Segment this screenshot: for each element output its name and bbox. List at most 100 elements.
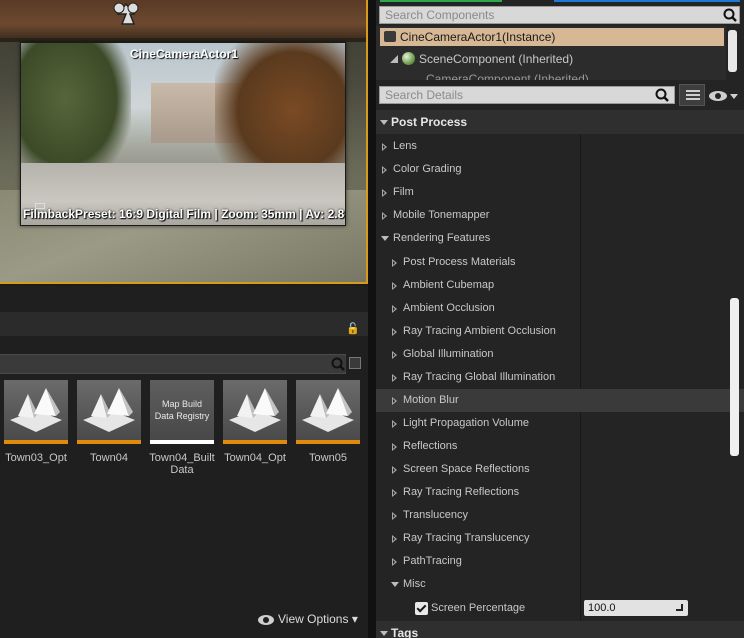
content-browser: 🔓 View Options ▾ Town03_Opt Town04 Map Bui… bbox=[0, 286, 368, 638]
row-label: Motion Blur bbox=[403, 394, 459, 406]
expanded-arrow-icon[interactable] bbox=[381, 236, 389, 241]
row-label: Tags bbox=[391, 626, 419, 638]
asset-label: Town04_Built Data bbox=[149, 452, 215, 476]
property-row-motion-blur[interactable]: Motion Blur bbox=[376, 389, 744, 412]
collapsed-arrow-icon[interactable] bbox=[382, 143, 387, 151]
property-row-post-process-materials[interactable]: Post Process Materials bbox=[376, 251, 744, 274]
property-row-screen-space-reflections[interactable]: Screen Space Reflections bbox=[376, 458, 744, 481]
row-label: PathTracing bbox=[403, 555, 462, 567]
collapsed-arrow-icon[interactable] bbox=[392, 259, 397, 267]
property-row-global-illumination[interactable]: Global Illumination bbox=[376, 343, 744, 366]
tab-indicator-blue bbox=[554, 0, 740, 2]
property-row-ray-tracing-ambient-occlusion[interactable]: Ray Tracing Ambient Occlusion bbox=[376, 320, 744, 343]
component-row-camera[interactable]: CameraComponent (Inherited) bbox=[426, 72, 589, 80]
row-label: Ambient Cubemap bbox=[403, 279, 495, 291]
expanded-arrow-icon[interactable] bbox=[391, 582, 399, 587]
details-search-input[interactable] bbox=[380, 87, 700, 103]
row-label: Screen Percentage bbox=[431, 602, 526, 614]
property-matrix-button[interactable] bbox=[679, 84, 705, 106]
property-row-ambient-cubemap[interactable]: Ambient Cubemap bbox=[376, 274, 744, 297]
row-label: Post Process Materials bbox=[403, 256, 516, 268]
row-label: Mobile Tonemapper bbox=[393, 209, 490, 221]
collapsed-arrow-icon[interactable] bbox=[382, 212, 387, 220]
asset-tile[interactable]: Town04_Opt bbox=[223, 380, 287, 464]
components-search-input-box[interactable] bbox=[379, 6, 740, 24]
collapsed-arrow-icon[interactable] bbox=[382, 189, 387, 197]
asset-tile[interactable]: Town05 bbox=[296, 380, 360, 464]
asset-tile[interactable]: Town04 bbox=[77, 380, 141, 464]
level-thumbnail bbox=[4, 380, 68, 444]
row-label: Screen Space Reflections bbox=[403, 463, 530, 475]
panel-splitter[interactable] bbox=[368, 0, 376, 638]
camera-actor-icon[interactable] bbox=[100, 0, 152, 40]
property-row-pathtracing[interactable]: PathTracing bbox=[376, 550, 744, 573]
search-icon[interactable] bbox=[722, 7, 738, 23]
row-label: Ray Tracing Reflections bbox=[403, 486, 520, 498]
property-row-translucency[interactable]: Translucency bbox=[376, 504, 744, 527]
components-search-input[interactable] bbox=[380, 7, 700, 23]
collapsed-arrow-icon[interactable] bbox=[392, 489, 397, 497]
asset-label: Town04_Opt bbox=[224, 452, 286, 464]
row-label: Ray Tracing Translucency bbox=[403, 532, 530, 544]
property-row-rendering-features[interactable]: Rendering Features bbox=[376, 227, 744, 250]
components-scrollbar[interactable] bbox=[728, 30, 737, 72]
row-label: Post Process bbox=[391, 115, 468, 129]
view-options-button[interactable]: View Options ▾ bbox=[258, 612, 358, 626]
property-row-light-propagation-volume[interactable]: Light Propagation Volume bbox=[376, 412, 744, 435]
property-row-lens[interactable]: Lens bbox=[376, 135, 744, 158]
details-search-input-box[interactable] bbox=[379, 86, 700, 104]
property-row-reflections[interactable]: Reflections bbox=[376, 435, 744, 458]
property-row-misc[interactable]: Misc bbox=[376, 573, 744, 596]
eye-icon bbox=[258, 614, 274, 625]
collapsed-arrow-icon[interactable] bbox=[392, 351, 397, 359]
collapsed-arrow-icon[interactable] bbox=[392, 420, 397, 428]
component-row-selected[interactable]: CineCameraActor1(Instance) bbox=[380, 28, 724, 46]
field-value: 100.0 bbox=[588, 602, 616, 614]
collapsed-arrow-icon[interactable] bbox=[392, 328, 397, 336]
component-label: SceneComponent (Inherited) bbox=[419, 52, 574, 66]
property-row-screen-percentage[interactable]: 100.0 Screen Percentage bbox=[376, 597, 744, 620]
category-tags[interactable]: Tags bbox=[376, 621, 744, 638]
lock-icon[interactable]: 🔓 bbox=[346, 322, 360, 336]
property-row-film[interactable]: Film bbox=[376, 181, 744, 204]
collapsed-arrow-icon[interactable] bbox=[392, 558, 397, 566]
film-camera-icon bbox=[35, 203, 45, 209]
expand-arrow-icon[interactable] bbox=[390, 55, 398, 63]
collapsed-arrow-icon[interactable] bbox=[382, 166, 387, 174]
collapsed-arrow-icon[interactable] bbox=[392, 443, 397, 451]
property-row-ray-tracing-global-illumination[interactable]: Ray Tracing Global Illumination bbox=[376, 366, 744, 389]
details-scrollbar[interactable] bbox=[730, 298, 739, 456]
asset-tile[interactable]: Map Build Data Registry Town04_Built Data bbox=[149, 380, 215, 476]
view-options-label: View Options bbox=[278, 612, 349, 626]
collapsed-arrow-icon[interactable] bbox=[392, 512, 397, 520]
expand-arrow-icon[interactable] bbox=[380, 631, 388, 636]
category-post-process[interactable]: Post Process bbox=[376, 110, 744, 134]
component-row-scene[interactable]: SceneComponent (Inherited) bbox=[390, 52, 573, 66]
expand-arrow-icon[interactable] bbox=[380, 120, 388, 125]
property-row-ray-tracing-reflections[interactable]: Ray Tracing Reflections bbox=[376, 481, 744, 504]
collapsed-arrow-icon[interactable] bbox=[392, 535, 397, 543]
collapsed-arrow-icon[interactable] bbox=[392, 305, 397, 313]
asset-search-input[interactable] bbox=[0, 354, 346, 374]
row-label: Ambient Occlusion bbox=[403, 302, 495, 314]
collapsed-arrow-icon[interactable] bbox=[392, 397, 397, 405]
override-checkbox[interactable] bbox=[415, 602, 428, 615]
screen-percentage-input[interactable]: 100.0 bbox=[584, 600, 688, 616]
property-row-ambient-occlusion[interactable]: Ambient Occlusion bbox=[376, 297, 744, 320]
level-viewport[interactable]: CineCameraActor1 FilmbackPreset: 16:9 Di… bbox=[0, 0, 368, 284]
collapsed-arrow-icon[interactable] bbox=[392, 466, 397, 474]
visibility-options-button[interactable] bbox=[708, 88, 740, 104]
property-row-ray-tracing-translucency[interactable]: Ray Tracing Translucency bbox=[376, 527, 744, 550]
search-icon[interactable] bbox=[330, 356, 346, 372]
component-label: CineCameraActor1(Instance) bbox=[400, 30, 556, 44]
drag-resize-icon[interactable] bbox=[676, 604, 683, 611]
level-thumbnail bbox=[296, 380, 360, 444]
row-label: Rendering Features bbox=[393, 232, 491, 244]
property-row-color-grading[interactable]: Color Grading bbox=[376, 158, 744, 181]
property-row-mobile-tonemapper[interactable]: Mobile Tonemapper bbox=[376, 204, 744, 227]
asset-tile[interactable]: Town03_Opt bbox=[4, 380, 68, 464]
save-search-icon[interactable] bbox=[349, 357, 361, 369]
collapsed-arrow-icon[interactable] bbox=[392, 282, 397, 290]
collapsed-arrow-icon[interactable] bbox=[392, 374, 397, 382]
search-icon[interactable] bbox=[654, 87, 670, 103]
